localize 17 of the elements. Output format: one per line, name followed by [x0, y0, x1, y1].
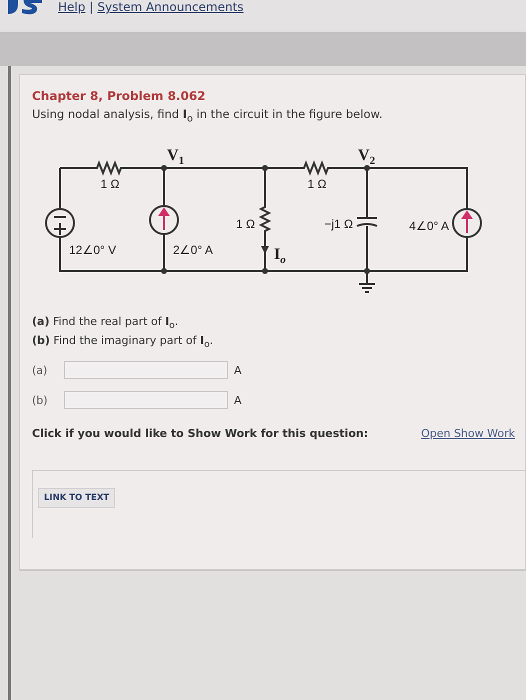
question-text: (a) Find the real part of I$_{o}$.: [32, 314, 180, 333]
problem-title: Chapter 8, Problem 8.062: [32, 89, 207, 103]
answer-field[interactable]: [64, 361, 228, 380]
show-work-prompt: Click if you would like to Show Work for this question:: [32, 427, 368, 440]
answer-field[interactable]: [64, 391, 228, 410]
problem-prompt: Using nodal analysis, find I$_{o}$ in the circuit in the figure below.: [32, 107, 384, 124]
announcements-link[interactable]: System Announcements: [97, 0, 244, 14]
answer-label: (b): [32, 394, 49, 407]
answer-label: (a): [32, 364, 48, 377]
help-link[interactable]: Help: [58, 0, 86, 14]
circuit-diagram: V$_{1}$ V$_{2}$ 1 Ω 1 Ω 1 Ω −j1 Ω 4∠0° A 12∠0° V 2∠0° A I$_{o}$: [27, 134, 507, 304]
link-to-text-button[interactable]: LINK TO TEXT: [38, 488, 116, 508]
unit-label: A: [234, 394, 242, 407]
question-text: (b) Find the imaginary part of I$_{o}$.: [32, 332, 214, 352]
unit-label: A: [234, 364, 242, 377]
link-separator: |: [89, 0, 94, 14]
open-show-work-link[interactable]: Open Show Work: [421, 427, 515, 440]
